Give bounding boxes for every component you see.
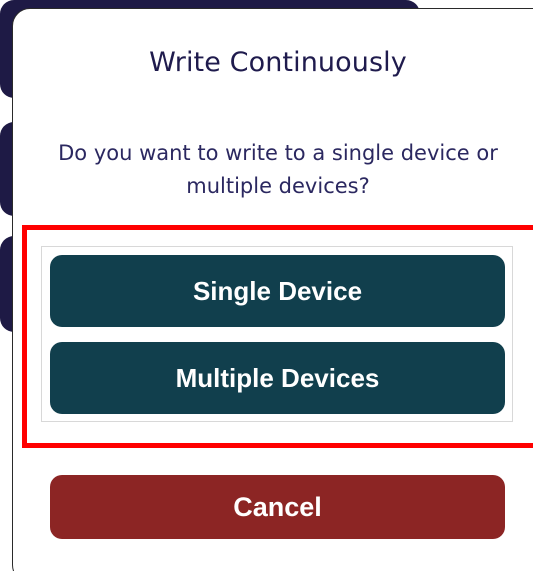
dialog-message: Do you want to write to a single device … (58, 141, 498, 198)
dialog-title: Write Continuously (149, 47, 407, 78)
highlight-frame (22, 225, 533, 448)
screen: Write Continuously Do you want to write … (0, 0, 533, 571)
cancel-button[interactable]: Cancel (50, 475, 505, 539)
